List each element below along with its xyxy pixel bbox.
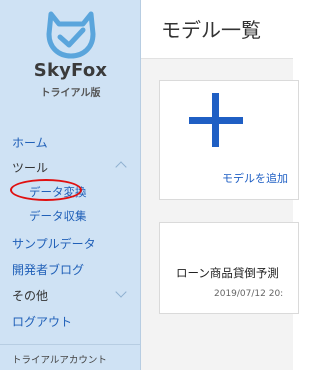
- highlight-ellipse: [10, 179, 82, 201]
- sidebar: SkyFox トライアル版 ホーム ツール データ変換 データ収集 サンプルデー…: [0, 0, 141, 370]
- add-model-card[interactable]: モデルを追加: [159, 80, 299, 200]
- model-name: ローン商品貸倒予測: [176, 266, 279, 280]
- fox-check-icon: [46, 11, 96, 59]
- sidebar-item-data-collection[interactable]: データ収集: [29, 208, 87, 224]
- model-card[interactable]: ローン商品貸倒予測 2019/07/12 20:: [159, 222, 299, 314]
- chevron-down-icon[interactable]: [115, 286, 127, 298]
- trial-account-label[interactable]: トライアルアカウント: [12, 352, 107, 366]
- sidebar-item-tools[interactable]: ツール: [12, 159, 48, 176]
- app-name: SkyFox: [33, 60, 108, 81]
- sidebar-divider: [0, 344, 141, 345]
- main-content: モデル一覧 モデルを追加 ローン商品貸倒予測 2019/07/12 20:: [141, 0, 299, 370]
- page-title: モデル一覧: [161, 18, 261, 42]
- sidebar-item-other[interactable]: その他: [12, 287, 48, 304]
- sidebar-item-logout[interactable]: ログアウト: [12, 313, 72, 330]
- sidebar-item-dev-blog[interactable]: 開発者ブログ: [12, 261, 84, 278]
- chevron-up-icon[interactable]: [115, 161, 127, 173]
- model-date: 2019/07/12 20:: [214, 289, 284, 299]
- sidebar-item-home[interactable]: ホーム: [12, 134, 48, 151]
- app-edition: トライアル版: [40, 88, 101, 99]
- sidebar-item-sample-data[interactable]: サンプルデータ: [12, 235, 96, 252]
- add-model-label: モデルを追加: [222, 172, 288, 185]
